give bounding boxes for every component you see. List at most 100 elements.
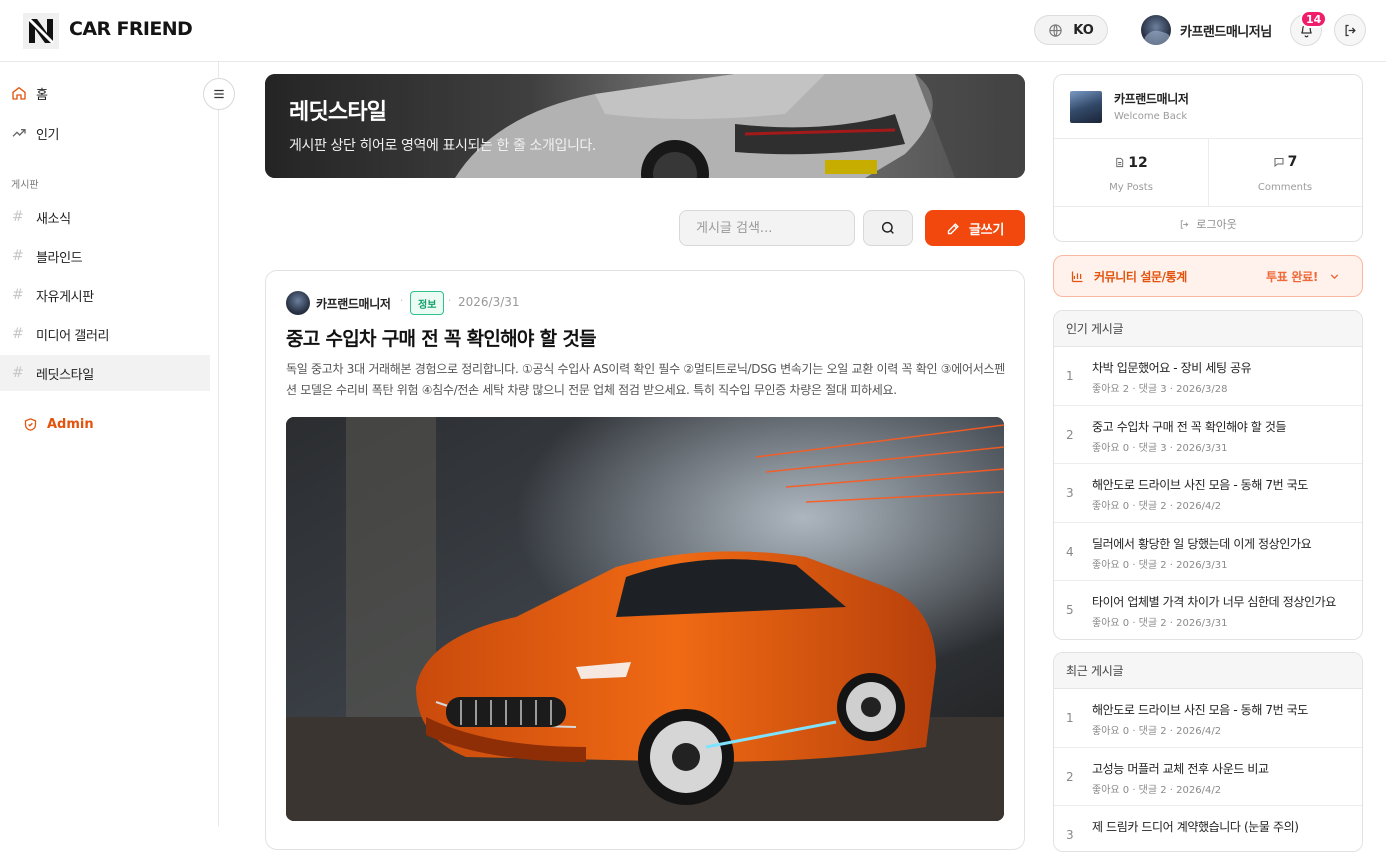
post-excerpt: 독일 중고차 3대 거래해본 경험으로 정리합니다. ①공식 수입사 AS이력 … (286, 362, 1005, 397)
rank-number: 2 (1066, 427, 1074, 442)
list-item[interactable]: 1 차박 입문했어요 - 장비 세팅 공유 좋아요 2 · 댓글 3 · 202… (1054, 347, 1362, 406)
menu-icon (214, 89, 224, 99)
list-item[interactable]: 3 제 드림카 드디어 계약했습니다 (눈물 주의) (1054, 806, 1362, 851)
welcome-text: Welcome Back (1114, 111, 1188, 122)
post-card[interactable]: 카프랜드매니저 · 정보 · 2026/3/31 중고 수입차 구매 전 꼭 확… (265, 270, 1025, 850)
popular-posts-header: 인기 게시글 (1054, 311, 1362, 347)
sidebar-item-label: 블라인드 (36, 250, 83, 266)
divider (1054, 206, 1362, 207)
list-item[interactable]: 3 해안도로 드라이브 사진 모음 - 동해 7번 국도 좋아요 0 · 댓글 … (1054, 464, 1362, 523)
separator-dot: · (400, 296, 404, 307)
profile-card: 카프랜드매니저 Welcome Back 12 My Posts 7 Comme… (1053, 74, 1363, 242)
document-icon (1116, 157, 1124, 168)
sidebar-item-media-gallery[interactable]: # 미디어 갤러리 (0, 316, 210, 352)
rank-number: 2 (1066, 769, 1074, 784)
list-item-meta: 좋아요 2 · 댓글 3 · 2026/3/28 (1092, 384, 1228, 395)
sidebar-item-reddit-style[interactable]: # 레딧스타일 (0, 355, 210, 391)
rank-number: 3 (1066, 828, 1074, 842)
profile-avatar[interactable] (1070, 91, 1102, 123)
comments-stat[interactable]: 7 Comments (1208, 153, 1362, 193)
community-survey-toggle[interactable]: 커뮤니티 설문/통계 투표 완료! (1053, 255, 1363, 297)
list-item-title[interactable]: 해안도로 드라이브 사진 모음 - 동해 7번 국도 (1092, 476, 1308, 493)
car-friend-logo-icon[interactable] (23, 13, 59, 49)
hash-icon: # (12, 365, 24, 381)
list-item[interactable]: 2 중고 수입차 구매 전 꼭 확인해야 할 것들 좋아요 0 · 댓글 3 ·… (1054, 406, 1362, 464)
list-item-title[interactable]: 차박 입문했어요 - 장비 세팅 공유 (1092, 359, 1252, 376)
post-author[interactable]: 카프랜드매니저 (316, 295, 391, 312)
brand-name[interactable]: CAR FRIEND (69, 18, 193, 40)
admin-link[interactable]: Admin (23, 417, 94, 432)
top-header: CAR FRIEND KO 카프랜드매니저님 14 (0, 0, 1386, 62)
post-search-input[interactable] (679, 210, 855, 246)
list-item-title[interactable]: 타이어 업체별 가격 차이가 너무 심한데 정상인가요 (1092, 593, 1336, 610)
separator-dot: · (448, 296, 452, 307)
globe-icon (1049, 23, 1062, 37)
orange-car-photo (286, 417, 1004, 821)
list-item-title[interactable]: 딜러에서 황당한 일 당했는데 이게 정상인가요 (1092, 535, 1312, 552)
board-hero-banner: 레딧스타일 게시판 상단 히어로 영역에 표시되는 한 줄 소개입니다. (265, 74, 1025, 178)
rank-number: 4 (1066, 544, 1074, 559)
hash-icon: # (12, 209, 24, 225)
logout-icon (1345, 24, 1356, 36)
hash-icon: # (12, 326, 24, 342)
user-avatar[interactable] (1141, 15, 1171, 45)
rank-number: 3 (1066, 486, 1074, 500)
sidebar-item-label: 새소식 (36, 211, 71, 227)
sidebar-item-free-board[interactable]: # 자유게시판 (0, 277, 210, 313)
list-item-meta: 좋아요 0 · 댓글 3 · 2026/3/31 (1092, 442, 1228, 454)
list-item[interactable]: 2 고성능 머플러 교체 전후 사운드 비교 좋아요 0 · 댓글 2 · 20… (1054, 748, 1362, 806)
shield-icon (24, 418, 37, 431)
hash-icon: # (12, 248, 24, 264)
comments-caption: Comments (1257, 182, 1313, 193)
logout-label: 로그아웃 (1196, 218, 1237, 231)
post-tag-badge[interactable]: 정보 (410, 291, 445, 315)
list-item-meta: 좋아요 0 · 댓글 2 · 2026/4/2 (1092, 784, 1222, 796)
list-item[interactable]: 5 타이어 업체별 가격 차이가 너무 심한데 정상인가요 좋아요 0 · 댓글… (1054, 581, 1362, 639)
sidebar-item-popular[interactable]: 인기 (0, 115, 210, 151)
sidebar-item-label: 미디어 갤러리 (36, 328, 110, 344)
posts-caption: My Posts (1109, 182, 1153, 193)
list-item[interactable]: 4 딜러에서 황당한 일 당했는데 이게 정상인가요 좋아요 0 · 댓글 2 … (1054, 523, 1362, 581)
hash-icon: # (12, 287, 24, 303)
left-sidebar: 홈 인기 게시판 # 새소식 # 블라인드 # 자유게시판 # 미디어 갤러리 … (0, 62, 235, 826)
admin-label: Admin (47, 417, 94, 432)
list-item[interactable]: 1 해안도로 드라이브 사진 모음 - 동해 7번 국도 좋아요 0 · 댓글 … (1054, 689, 1362, 748)
sidebar-item-news[interactable]: # 새소식 (0, 199, 210, 235)
profile-logout-link[interactable]: 로그아웃 (1054, 216, 1362, 232)
edit-icon (947, 222, 959, 234)
post-image[interactable] (286, 417, 1004, 821)
language-label: KO (1073, 22, 1094, 38)
search-button[interactable] (863, 210, 913, 246)
list-item-meta: 좋아요 0 · 댓글 2 · 2026/4/2 (1092, 726, 1222, 737)
recent-posts-panel: 최근 게시글 1 해안도로 드라이브 사진 모음 - 동해 7번 국도 좋아요 … (1053, 652, 1363, 852)
list-item-title[interactable]: 고성능 머플러 교체 전후 사운드 비교 (1092, 760, 1269, 777)
list-item-title[interactable]: 해안도로 드라이브 사진 모음 - 동해 7번 국도 (1092, 701, 1308, 718)
post-date: 2026/3/31 (458, 295, 520, 309)
chevron-down-icon (1330, 273, 1339, 279)
list-item-title[interactable]: 제 드림카 드디어 계약했습니다 (눈물 주의) (1092, 818, 1299, 835)
list-item-meta: 좋아요 0 · 댓글 2 · 2026/3/31 (1092, 618, 1228, 629)
language-button[interactable]: KO (1034, 15, 1108, 45)
hero-title: 레딧스타일 (289, 100, 387, 125)
rank-number: 1 (1066, 369, 1074, 383)
bar-chart-icon (1071, 271, 1083, 282)
list-item-title[interactable]: 중고 수입차 구매 전 꼭 확인해야 할 것들 (1092, 418, 1287, 435)
sidebar-item-label: 레딧스타일 (36, 367, 94, 383)
sidebar-item-label: 홈 (36, 87, 48, 103)
post-title[interactable]: 중고 수입차 구매 전 꼭 확인해야 할 것들 (286, 324, 597, 351)
write-post-button[interactable]: 글쓰기 (925, 210, 1025, 246)
user-name[interactable]: 카프랜드매니저님 (1180, 21, 1272, 40)
logout-button[interactable] (1334, 14, 1366, 46)
sidebar-item-blind[interactable]: # 블라인드 (0, 238, 210, 274)
logout-icon (1181, 219, 1189, 229)
home-icon (11, 85, 27, 101)
sidebar-item-label: 자유게시판 (36, 289, 94, 305)
profile-name[interactable]: 카프랜드매니저 (1114, 90, 1189, 107)
sidebar-item-home[interactable]: 홈 (0, 75, 210, 111)
my-posts-stat[interactable]: 12 My Posts (1054, 153, 1208, 194)
boards-section-label: 게시판 (11, 180, 39, 191)
notification-count-badge: 14 (1300, 10, 1328, 28)
author-avatar[interactable] (286, 291, 310, 315)
sidebar-toggle-button[interactable] (203, 78, 235, 110)
hero-subtitle: 게시판 상단 히어로 영역에 표시되는 한 줄 소개입니다. (289, 138, 596, 154)
